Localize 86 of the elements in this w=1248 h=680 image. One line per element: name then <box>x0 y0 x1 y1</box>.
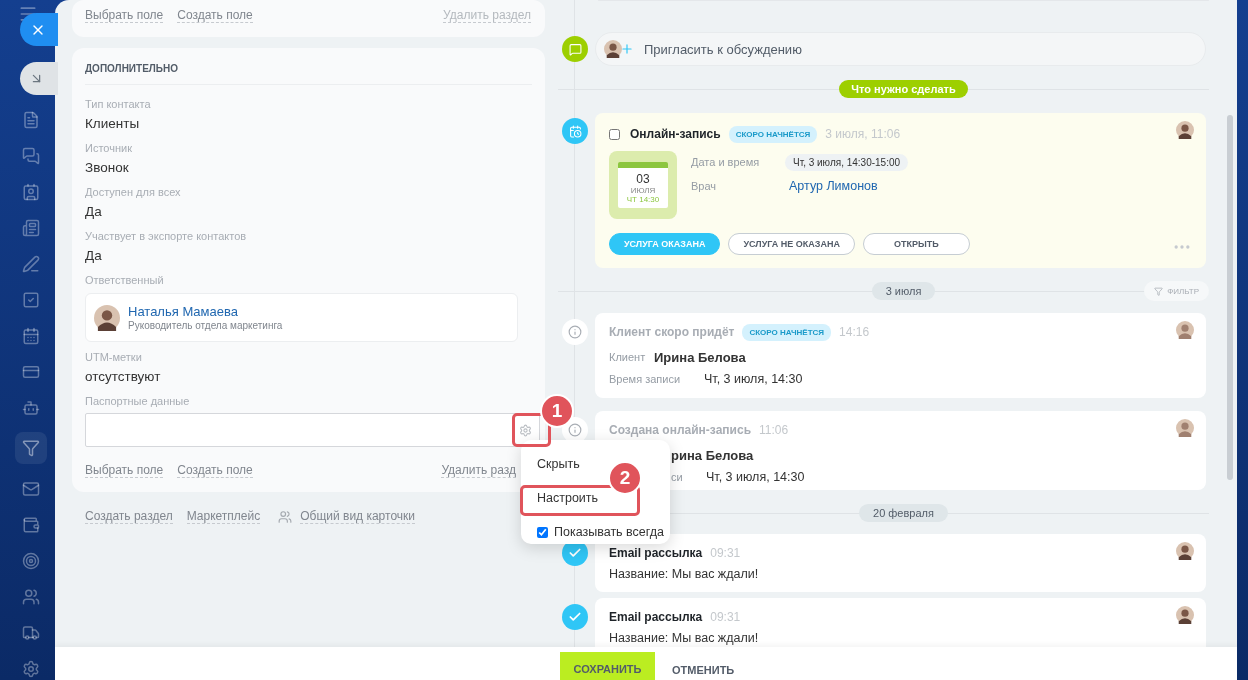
field-link[interactable]: Создать поле <box>177 8 253 23</box>
input-field[interactable] <box>85 413 540 447</box>
field-label: Ответственный <box>85 274 165 287</box>
event-time: 09:31 <box>710 610 741 624</box>
row-label: Врач <box>691 180 718 192</box>
event-time: 09:31 <box>710 546 741 560</box>
field-value: Клиенты <box>85 115 141 133</box>
row-label: Клиент <box>609 351 647 363</box>
status-tag: СКОРО НАЧНЁТСЯ <box>742 323 832 341</box>
cancel-button[interactable]: ОТМЕНИТЬ <box>666 662 741 677</box>
field-label: Источник <box>85 142 133 155</box>
event-title: Клиент скоро придёт <box>609 325 735 339</box>
menu-item[interactable]: Скрыть <box>537 454 580 474</box>
calendar-month: ИЮЛЯ <box>630 185 656 195</box>
avatar <box>1176 321 1194 339</box>
field-label: Тип контакта <box>85 98 152 111</box>
field-label: Паспортные данные <box>85 395 191 408</box>
row-value: Ирина Белова <box>654 349 746 365</box>
people-icon <box>278 509 293 524</box>
footer-link[interactable]: Создать раздел <box>85 509 173 524</box>
date-chip: Чт, 3 июля, 14:30-15:00 <box>785 153 909 171</box>
avatar <box>94 304 120 331</box>
row-value: Чт, 3 июля, 14:30 <box>704 372 803 386</box>
check-icon <box>562 604 588 630</box>
calendar-icon <box>562 118 588 144</box>
row-label: Дата и время <box>691 156 761 168</box>
event-title: Email рассылка <box>609 610 703 624</box>
row-label: си <box>671 471 684 483</box>
event-time: 14:16 <box>839 325 870 339</box>
todo-badge: Что нужно сделать <box>839 80 968 98</box>
done-checkbox[interactable] <box>609 128 620 140</box>
footer-link[interactable]: Маркетплейс <box>186 509 261 524</box>
event-title: Email рассылка <box>609 546 703 560</box>
filter-icon <box>1154 286 1164 296</box>
email-text: Название: Мы вас ждали! <box>609 567 760 581</box>
row-value: Чт, 3 июля, 14:30 <box>706 470 805 484</box>
info-icon <box>562 319 588 345</box>
field-value: Да <box>85 247 103 265</box>
card-view-link[interactable]: Общий вид карточки <box>300 509 415 524</box>
comment-icon <box>562 36 588 62</box>
avatar <box>1176 121 1194 139</box>
field-value: отсутствуют <box>85 368 162 386</box>
collapse-button[interactable] <box>20 62 58 95</box>
avatar <box>1176 542 1194 560</box>
field-value: Звонок <box>85 159 130 177</box>
field-label: Доступен для всех <box>85 186 182 199</box>
section-title: ДОПОЛНИТЕЛЬНО <box>85 62 532 85</box>
field-value: Да <box>85 203 103 221</box>
menu-item[interactable]: Настроить <box>537 488 599 508</box>
filter-icon[interactable] <box>14 432 47 464</box>
field-label: UTM-метки <box>85 351 143 364</box>
date-badge: 3 июля <box>871 282 936 300</box>
calendar-weekday: ЧТ 14:30 <box>626 194 660 204</box>
status-tag: СКОРО НАЧНЁТСЯ <box>728 125 818 143</box>
avatar <box>1176 419 1194 437</box>
calendar-day: 03 <box>636 172 650 186</box>
person-name[interactable]: Наталья Мамаева <box>128 303 283 320</box>
email-text: Название: Мы вас ждали! <box>609 631 760 645</box>
menu-checkbox-item[interactable]: Показывать всегда <box>537 522 665 542</box>
row-value: рина Белова <box>671 447 754 463</box>
plus-icon <box>620 42 634 56</box>
checkbox[interactable] <box>537 526 548 538</box>
save-button[interactable]: СОХРАНИТЬ <box>560 652 655 680</box>
date-badge: 20 февраля <box>859 504 948 522</box>
avatar <box>604 40 622 58</box>
close-button[interactable] <box>20 13 58 46</box>
status-button[interactable]: УСЛУГА НЕ ОКАЗАНА <box>728 233 855 255</box>
field-label: Участвует в экспорте контактов <box>85 230 248 243</box>
event-time: 11:06 <box>759 423 789 437</box>
avatar <box>1176 606 1194 624</box>
person-position: Руководитель отдела маркетинга <box>128 319 283 332</box>
scrollbar[interactable] <box>1227 115 1233 480</box>
field-link[interactable]: Выбрать поле <box>85 463 164 478</box>
field-link[interactable]: Создать поле <box>177 463 253 478</box>
settings-icon[interactable] <box>519 423 532 437</box>
more-icon[interactable] <box>1172 242 1192 252</box>
invite-button[interactable]: Пригласить к обсуждению <box>595 32 1206 66</box>
field-link[interactable]: Выбрать поле <box>85 8 164 23</box>
delete-section-link[interactable]: Удалить разд <box>441 463 516 478</box>
booking-time: 3 июля, 11:06 <box>825 127 901 141</box>
booking-title: Онлайн-запись <box>630 127 721 141</box>
person-card[interactable]: Наталья Мамаева Руководитель отдела маркетинга <box>85 293 518 342</box>
doctor-link[interactable]: Артур Лимонов <box>785 179 878 193</box>
row-label: Время записи <box>609 373 682 385</box>
event-title: Создана онлайн-запись <box>609 423 751 437</box>
open-button[interactable]: ОТКРЫТЬ <box>862 233 970 255</box>
